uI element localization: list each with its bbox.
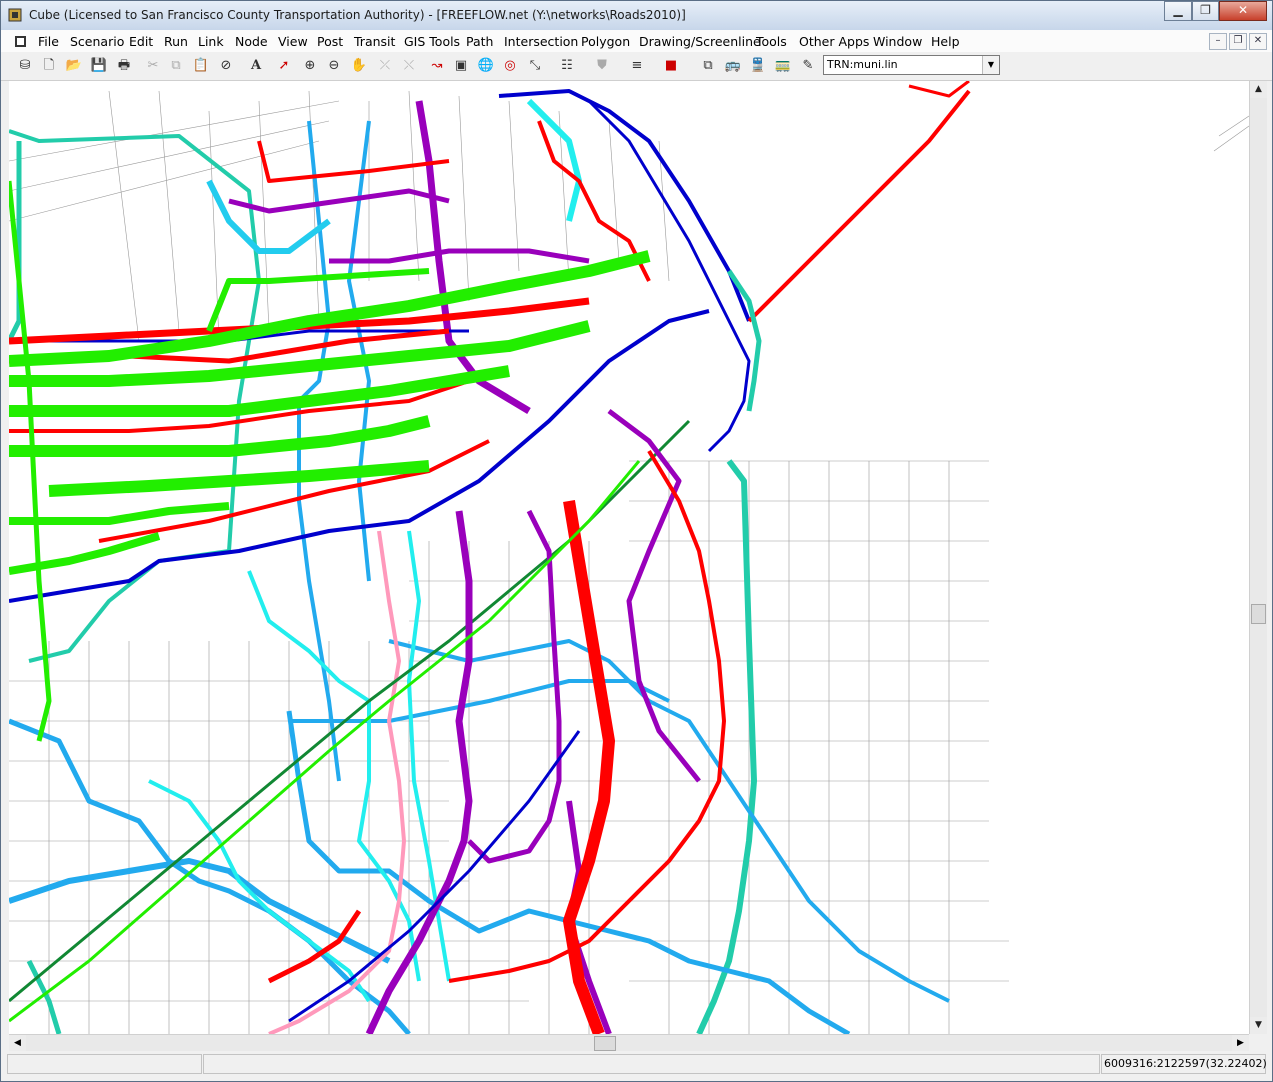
- route-blue-loop[interactable]: [587, 99, 751, 453]
- menu-polygon[interactable]: Polygon: [581, 34, 630, 49]
- scroll-left-button[interactable]: ◀: [9, 1035, 26, 1052]
- copy-icon[interactable]: ⧉: [166, 56, 186, 76]
- save-icon[interactable]: 💾: [89, 56, 109, 76]
- filter-icon[interactable]: ⛊: [592, 56, 612, 76]
- street-network: [9, 90, 1249, 1034]
- menu-window[interactable]: Window: [873, 34, 922, 49]
- new-icon[interactable]: 🗋: [39, 56, 59, 76]
- mdi-restore-button[interactable]: ❐: [1229, 33, 1247, 50]
- route-red-bay-bridge-2[interactable]: [908, 81, 970, 98]
- route-lightblue-2[interactable]: [286, 710, 851, 1034]
- target-icon[interactable]: ◎: [500, 56, 520, 76]
- color-icon[interactable]: ■: [661, 56, 681, 76]
- edit-icon[interactable]: ✎: [798, 56, 818, 76]
- network-map[interactable]: [9, 81, 1249, 1034]
- route-red-bay-bridge[interactable]: [747, 89, 971, 323]
- route-green-5[interactable]: [48, 460, 430, 497]
- vertical-scrollbar[interactable]: ▲ ▼: [1249, 81, 1267, 1034]
- route-cyan-5[interactable]: [206, 179, 331, 254]
- maximize-button[interactable]: ❐: [1192, 1, 1219, 21]
- scroll-right-button[interactable]: ▶: [1232, 1035, 1249, 1052]
- menu-scenario[interactable]: Scenario: [70, 34, 124, 49]
- cancel-icon[interactable]: ⊘: [216, 56, 236, 76]
- transit-routes: [9, 81, 971, 1034]
- line-style-icon[interactable]: ≡: [627, 56, 647, 76]
- menu-node[interactable]: Node: [235, 34, 268, 49]
- zoom-in-icon[interactable]: ⊕: [300, 56, 320, 76]
- menu-file[interactable]: File: [38, 34, 59, 49]
- database-icon[interactable]: ⛁: [15, 56, 35, 76]
- status-pane-1: [7, 1054, 202, 1074]
- mdi-close-button[interactable]: ✕: [1249, 33, 1267, 50]
- transit-file-value: TRN:muni.lin: [827, 58, 898, 71]
- document-icon[interactable]: [13, 33, 29, 49]
- menu-other-apps[interactable]: Other Apps: [799, 34, 869, 49]
- coordinate-readout: 6009316:2122597(32.22402): [1104, 1057, 1267, 1070]
- globe-icon[interactable]: 🌐: [476, 56, 496, 76]
- train-icon[interactable]: 🚆: [748, 56, 768, 76]
- open-icon[interactable]: 📂: [64, 56, 84, 76]
- route-green-6[interactable]: [9, 502, 230, 525]
- menu-link[interactable]: Link: [198, 34, 224, 49]
- menu-intersection[interactable]: Intersection: [504, 34, 578, 49]
- route-green-7[interactable]: [9, 532, 161, 575]
- zoom-out-icon[interactable]: ⊖: [324, 56, 344, 76]
- menu-run[interactable]: Run: [164, 34, 188, 49]
- route-purple-4[interactable]: [607, 409, 701, 783]
- transit-file-dropdown[interactable]: TRN:muni.lin ▼: [823, 55, 1000, 75]
- scroll-up-button[interactable]: ▲: [1250, 81, 1267, 98]
- route-lightblue-4[interactable]: [347, 120, 371, 582]
- draw-link-icon[interactable]: ↝: [427, 56, 447, 76]
- menu-transit[interactable]: Transit: [354, 34, 395, 49]
- bus-icon[interactable]: 🚌: [723, 56, 743, 76]
- toolbar: ⛁ 🗋 📂 💾 🖶 ✂ ⧉ 📋 ⊘ A ➚ ⊕ ⊖ ✋ ⤫ ⤬ ↝ ▣ 🌐 ◎ …: [1, 52, 1272, 81]
- menu-tools[interactable]: Tools: [756, 34, 787, 49]
- vertical-scroll-thumb[interactable]: [1251, 604, 1266, 624]
- select-links-icon[interactable]: ⤬: [399, 56, 419, 76]
- menu-edit[interactable]: Edit: [129, 34, 153, 49]
- horizontal-scroll-thumb[interactable]: [594, 1036, 616, 1051]
- cube-app-icon: [8, 8, 22, 22]
- menu-help[interactable]: Help: [931, 34, 960, 49]
- text-icon[interactable]: A: [246, 56, 266, 76]
- cut-icon[interactable]: ✂: [143, 56, 163, 76]
- route-purple-1[interactable]: [415, 100, 531, 415]
- paste-icon[interactable]: 📋: [191, 56, 211, 76]
- route-blue-4[interactable]: [288, 730, 581, 1023]
- close-button[interactable]: ✕: [1219, 1, 1267, 21]
- minimize-button[interactable]: ▁: [1164, 1, 1192, 21]
- scroll-down-button[interactable]: ▼: [1250, 1017, 1267, 1034]
- menu-post[interactable]: Post: [317, 34, 343, 49]
- status-pane-2: [203, 1054, 1100, 1074]
- chevron-down-icon[interactable]: ▼: [982, 56, 999, 74]
- route-lightblue-3[interactable]: [297, 120, 341, 782]
- route-green-8[interactable]: [9, 180, 52, 742]
- scale-icon[interactable]: ⤡: [525, 56, 545, 76]
- title-bar[interactable]: Cube (Licensed to San Francisco County T…: [1, 1, 1272, 30]
- route-purple-5[interactable]: [228, 188, 450, 214]
- menu-gis-tools[interactable]: GIS Tools: [404, 34, 460, 49]
- layers-icon[interactable]: ▣: [451, 56, 471, 76]
- menu-bar: File Scenario Edit Run Link Node View Po…: [1, 30, 1272, 52]
- cube-window: Cube (Licensed to San Francisco County T…: [0, 0, 1273, 1082]
- route-purple-6[interactable]: [329, 248, 590, 264]
- route-darkgreen[interactable]: [9, 419, 691, 1003]
- transit-icon[interactable]: ⧉: [698, 56, 718, 76]
- network-map-view[interactable]: [9, 81, 1249, 1034]
- mdi-minimize-button[interactable]: –: [1209, 33, 1227, 50]
- route-red-7[interactable]: [257, 140, 450, 183]
- table-icon[interactable]: ☷: [557, 56, 577, 76]
- menu-view[interactable]: View: [278, 34, 308, 49]
- horizontal-scrollbar[interactable]: ◀ ▶: [9, 1034, 1249, 1052]
- select-nodes-icon[interactable]: ⤫: [375, 56, 395, 76]
- status-bar: 6009316:2122597(32.22402): [1, 1051, 1272, 1081]
- pan-icon[interactable]: ✋: [349, 56, 369, 76]
- pointer-icon[interactable]: ➚: [274, 56, 294, 76]
- print-icon[interactable]: 🖶: [114, 56, 134, 76]
- menu-drawing-screenline[interactable]: Drawing/Screenline: [639, 34, 761, 49]
- menu-path[interactable]: Path: [466, 34, 493, 49]
- window-title: Cube (Licensed to San Francisco County T…: [29, 8, 686, 22]
- rail-icon[interactable]: 🚃: [773, 56, 793, 76]
